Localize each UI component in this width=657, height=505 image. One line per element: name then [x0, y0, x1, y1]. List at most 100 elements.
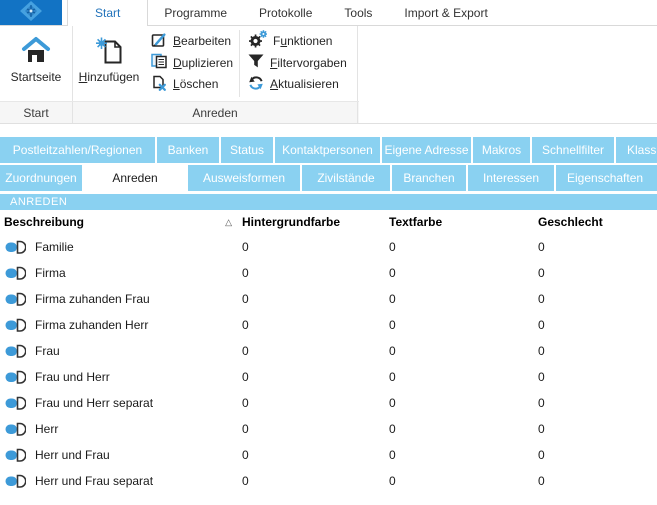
- tab-anreden[interactable]: Anreden: [84, 165, 186, 191]
- tab-schnellfilter[interactable]: Schnellfilter: [532, 137, 614, 163]
- row-label: Herr und Frau separat: [35, 474, 153, 488]
- table-row[interactable]: Firma zuhanden Herr 0 0 0: [0, 312, 657, 338]
- menu-tab-tools[interactable]: Tools: [328, 0, 388, 25]
- app-button[interactable]: [0, 0, 62, 25]
- tab-eigenschaften[interactable]: Eigenschaften: [556, 165, 657, 191]
- row-label: Frau: [35, 344, 60, 358]
- tab-klassifizierung[interactable]: Klassi: [616, 137, 657, 163]
- cell-geschlecht: 0: [534, 422, 657, 436]
- tab-zuordnungen[interactable]: Zuordnungen: [0, 165, 82, 191]
- startseite-label: Startseite: [11, 70, 62, 84]
- menu-tab-start[interactable]: Start: [67, 0, 148, 26]
- startseite-button[interactable]: Startseite: [0, 26, 72, 101]
- loeschen-button[interactable]: Löschen: [151, 75, 233, 93]
- column-header-beschreibung[interactable]: Beschreibung △: [0, 215, 238, 229]
- tab-eigene-adresse[interactable]: Eigene Adresse: [382, 137, 471, 163]
- table-row[interactable]: Frau und Herr 0 0 0: [0, 364, 657, 390]
- cell-geschlecht: 0: [534, 370, 657, 384]
- ribbon-group-start: Startseite: [0, 26, 73, 101]
- cell-textfarbe: 0: [385, 318, 534, 332]
- ribbon-group-label-strip: Start Anreden: [0, 101, 657, 124]
- cell-hintergrundfarbe: 0: [238, 266, 385, 280]
- menu-tab-programme[interactable]: Programme: [148, 0, 243, 25]
- table-row[interactable]: Herr und Frau separat 0 0 0: [0, 468, 657, 494]
- bearbeiten-label: Bearbeiten: [173, 34, 231, 48]
- cell-hintergrundfarbe: 0: [238, 474, 385, 488]
- cell-hintergrundfarbe: 0: [238, 448, 385, 462]
- tab-ausweisformen[interactable]: Ausweisformen: [188, 165, 300, 191]
- aktualisieren-button[interactable]: Aktualisieren: [248, 75, 347, 93]
- cell-geschlecht: 0: [534, 292, 657, 306]
- cell-hintergrundfarbe: 0: [238, 318, 385, 332]
- menu-tab-protokolle[interactable]: Protokolle: [243, 0, 328, 25]
- filtervorgaben-button[interactable]: Filtervorgaben: [248, 54, 347, 72]
- bearbeiten-button[interactable]: Bearbeiten: [151, 32, 233, 50]
- tab-zivilstaende[interactable]: Zivilstände: [302, 165, 390, 191]
- cell-geschlecht: 0: [534, 318, 657, 332]
- duplizieren-button[interactable]: Duplizieren: [151, 54, 233, 72]
- delete-document-icon: [151, 75, 167, 94]
- cell-textfarbe: 0: [385, 422, 534, 436]
- row-label: Frau und Herr: [35, 370, 110, 384]
- cell-textfarbe: 0: [385, 292, 534, 306]
- sort-ascending-icon: △: [225, 217, 232, 228]
- ribbon: Startseite Hinzufügen: [0, 26, 657, 101]
- cell-textfarbe: 0: [385, 396, 534, 410]
- menu-tab-import-export[interactable]: Import & Export: [388, 0, 503, 25]
- column-header-geschlecht[interactable]: Geschlecht: [534, 215, 657, 229]
- speech-bubble-icon: [5, 422, 26, 436]
- funktionen-label: Funktionen: [273, 34, 332, 48]
- tab-status[interactable]: Status: [221, 137, 273, 163]
- speech-bubble-icon: [5, 292, 26, 306]
- cell-geschlecht: 0: [534, 448, 657, 462]
- speech-bubble-icon: [5, 266, 26, 280]
- tab-banken[interactable]: Banken: [157, 137, 219, 163]
- row-label: Familie: [35, 240, 74, 254]
- speech-bubble-icon: [5, 474, 26, 488]
- cell-hintergrundfarbe: 0: [238, 344, 385, 358]
- speech-bubble-icon: [5, 318, 26, 332]
- cell-geschlecht: 0: [534, 344, 657, 358]
- cell-geschlecht: 0: [534, 266, 657, 280]
- speech-bubble-icon: [5, 370, 26, 384]
- row-label: Firma zuhanden Frau: [35, 292, 150, 306]
- cell-geschlecht: 0: [534, 240, 657, 254]
- tab-kontaktpersonen[interactable]: Kontaktpersonen: [275, 137, 380, 163]
- cell-textfarbe: 0: [385, 474, 534, 488]
- row-label: Firma zuhanden Herr: [35, 318, 148, 332]
- cell-textfarbe: 0: [385, 240, 534, 254]
- cell-hintergrundfarbe: 0: [238, 292, 385, 306]
- table-row[interactable]: Frau und Herr separat 0 0 0: [0, 390, 657, 416]
- speech-bubble-icon: [5, 448, 26, 462]
- table-row[interactable]: Familie 0 0 0: [0, 234, 657, 260]
- menu-bar: Start Programme Protokolle Tools Import …: [0, 0, 657, 26]
- row-label: Firma: [35, 266, 66, 280]
- category-tabs-row2: Zuordnungen Anreden Ausweisformen Zivils…: [0, 165, 657, 191]
- table-header: Beschreibung △ Hintergrundfarbe Textfarb…: [0, 210, 657, 234]
- table-row[interactable]: Firma zuhanden Frau 0 0 0: [0, 286, 657, 312]
- tab-interessen[interactable]: Interessen: [468, 165, 554, 191]
- table-row[interactable]: Herr und Frau 0 0 0: [0, 442, 657, 468]
- table-row[interactable]: Frau 0 0 0: [0, 338, 657, 364]
- table-row[interactable]: Herr 0 0 0: [0, 416, 657, 442]
- cell-hintergrundfarbe: 0: [238, 370, 385, 384]
- copy-icon: [151, 53, 167, 72]
- table-row[interactable]: Firma 0 0 0: [0, 260, 657, 286]
- cell-textfarbe: 0: [385, 266, 534, 280]
- group-label-anreden: Anreden: [73, 102, 358, 123]
- diamond-logo-icon: [19, 0, 43, 25]
- speech-bubble-icon: [5, 396, 26, 410]
- tab-makros[interactable]: Makros: [473, 137, 530, 163]
- menu-tabs: Start Programme Protokolle Tools Import …: [62, 0, 504, 25]
- tab-branchen[interactable]: Branchen: [392, 165, 466, 191]
- ribbon-column-actions: Funktionen Filtervorgaben: [242, 26, 351, 101]
- cell-textfarbe: 0: [385, 448, 534, 462]
- cell-textfarbe: 0: [385, 344, 534, 358]
- funktionen-button[interactable]: Funktionen: [248, 32, 347, 50]
- edit-icon: [151, 32, 167, 51]
- section-header: ANREDEN: [0, 194, 657, 210]
- hinzufuegen-button[interactable]: Hinzufügen: [73, 26, 145, 101]
- tab-postleitzahlen-regionen[interactable]: Postleitzahlen/Regionen: [0, 137, 155, 163]
- column-header-textfarbe[interactable]: Textfarbe: [385, 215, 534, 229]
- column-header-hintergrundfarbe[interactable]: Hintergrundfarbe: [238, 215, 385, 229]
